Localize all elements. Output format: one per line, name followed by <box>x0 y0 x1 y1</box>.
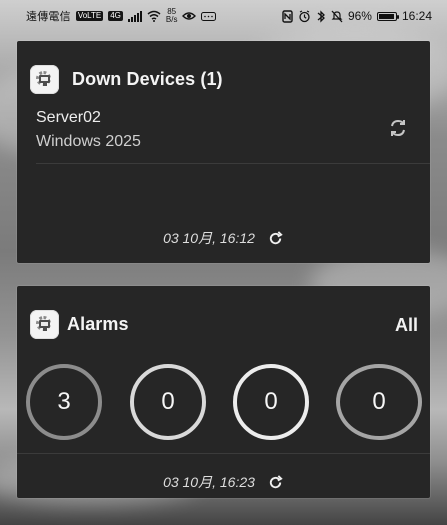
all-alarms-link[interactable]: All <box>395 315 418 336</box>
mute-icon <box>331 10 343 22</box>
status-right: 96% 16:24 <box>282 9 432 23</box>
down-devices-header[interactable]: Down Devices (1) <box>30 65 223 94</box>
signal-icon <box>127 10 142 22</box>
alarm-icon <box>299 9 310 22</box>
status-left: 遠傳電信 VoLTE 4G 85 B/s <box>26 8 217 24</box>
devices-timestamp: 03 10月, 16:12 <box>163 230 255 246</box>
devices-refresh-row[interactable]: 03 10月, 16:12 <box>17 228 430 248</box>
down-devices-title[interactable]: Down Devices (1) <box>72 69 223 90</box>
alarms-timestamp: 03 10月, 16:23 <box>163 474 255 490</box>
alarm-gauges: 3 0 0 0 <box>17 359 430 445</box>
device-divider <box>36 163 430 164</box>
refresh-icon[interactable] <box>267 474 284 491</box>
refresh-icon[interactable] <box>267 230 284 247</box>
sync-icon[interactable] <box>386 116 410 140</box>
monitor-icon <box>39 320 50 328</box>
network-speed-unit: B/s <box>165 15 178 24</box>
battery-icon <box>376 11 399 21</box>
app-icon[interactable] <box>30 310 59 339</box>
device-list-item[interactable]: Server02 Windows 2025 <box>36 109 410 163</box>
alarms-widget[interactable]: Alarms All 3 0 0 0 03 10月, 16:23 <box>17 286 430 498</box>
alarms-title[interactable]: Alarms <box>67 314 129 335</box>
down-devices-widget[interactable]: Down Devices (1) Server02 Windows 2025 0… <box>17 41 430 263</box>
device-name: Server02 <box>36 109 101 126</box>
alarm-count-critical[interactable]: 3 <box>26 364 102 440</box>
monitor-stand-icon <box>43 83 47 86</box>
network-speed: 85 B/s <box>166 8 178 24</box>
wifi-icon <box>147 10 161 22</box>
monitor-stand-icon <box>43 328 47 331</box>
battery-percentage: 96% <box>347 9 372 23</box>
network-badge: 4G <box>108 11 123 21</box>
alarms-header[interactable]: Alarms <box>30 310 129 339</box>
alarm-count-value: 0 <box>264 388 278 415</box>
device-os: Windows 2025 <box>36 133 141 150</box>
alarm-count-major[interactable]: 0 <box>130 364 206 440</box>
carrier-name: 遠傳電信 <box>26 10 71 23</box>
alarm-divider <box>17 453 430 454</box>
alarm-count-value: 3 <box>57 388 71 415</box>
status-bar: 遠傳電信 VoLTE 4G 85 B/s 96% 16:24 <box>0 0 447 32</box>
volte-badge: VoLTE <box>75 11 104 21</box>
alarm-count-value: 0 <box>372 388 386 415</box>
eye-icon <box>182 12 197 20</box>
alarm-count-warning[interactable]: 0 <box>336 364 422 440</box>
alarm-count-minor[interactable]: 0 <box>233 364 309 440</box>
alarms-refresh-row[interactable]: 03 10月, 16:23 <box>17 472 430 492</box>
bluetooth-icon <box>317 9 325 23</box>
alarm-count-value: 0 <box>161 388 175 415</box>
dots-icon <box>201 11 217 21</box>
battery-fill <box>378 13 395 19</box>
clock: 16:24 <box>401 9 432 23</box>
app-icon[interactable] <box>30 65 59 94</box>
nfc-icon <box>282 9 293 23</box>
monitor-icon <box>39 75 50 83</box>
